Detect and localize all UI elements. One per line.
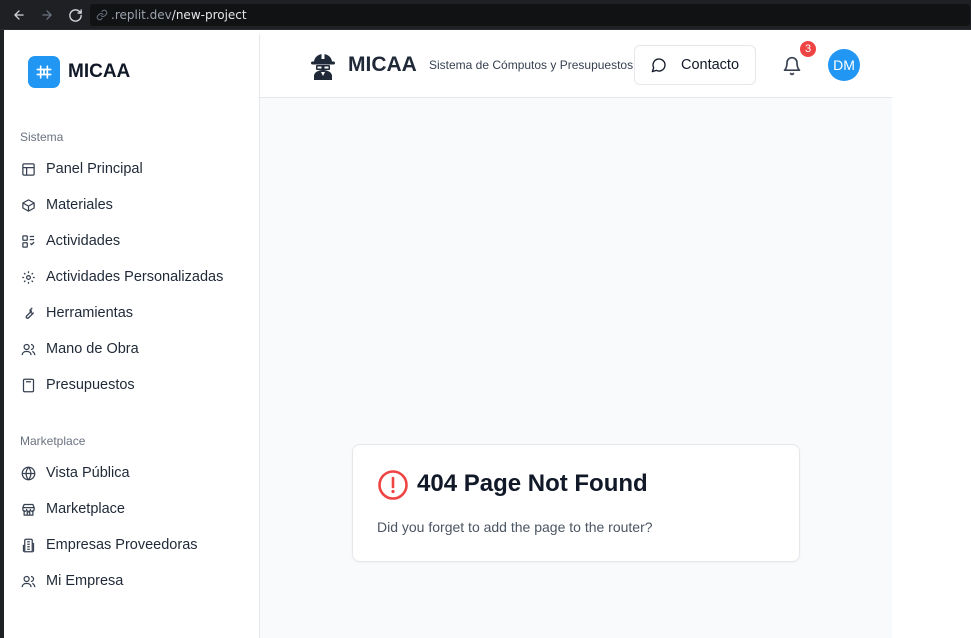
sidebar-item-label: Vista Pública xyxy=(46,465,130,481)
section-label-sistema: Sistema xyxy=(20,130,64,144)
sidebar-item-label: Mi Empresa xyxy=(46,573,124,589)
sidebar-item-actividades-personalizadas[interactable]: Actividades Personalizadas xyxy=(18,262,248,292)
calculator-icon xyxy=(20,377,36,393)
sidebar-item-label: Materiales xyxy=(46,197,113,213)
sidebar-item-label: Actividades Personalizadas xyxy=(46,269,224,285)
header-title: MICAA xyxy=(348,53,417,76)
sidebar-item-presupuestos[interactable]: Presupuestos xyxy=(18,370,248,400)
sidebar-brand[interactable]: MICAA xyxy=(28,56,130,88)
sidebar-item-actividades[interactable]: Actividades xyxy=(18,226,248,256)
sidebar-item-label: Presupuestos xyxy=(46,377,135,393)
error-card: 404 Page Not Found Did you forget to add… xyxy=(352,444,800,562)
sidebar-item-mi-empresa[interactable]: Mi Empresa xyxy=(18,566,248,596)
header-subtitle: Sistema de Cómputos y Presupuestos xyxy=(429,58,634,72)
sidebar-item-label: Marketplace xyxy=(46,501,125,517)
sidebar-item-label: Herramientas xyxy=(46,305,134,321)
main-content: 404 Page Not Found Did you forget to add… xyxy=(260,98,892,638)
notification-badge: 3 xyxy=(800,41,816,57)
store-icon xyxy=(20,501,36,517)
sidebar-item-label: Empresas Proveedoras xyxy=(46,537,198,553)
bell-icon[interactable] xyxy=(782,56,802,76)
user-avatar[interactable]: DM xyxy=(828,49,860,81)
sidebar-item-panel-principal[interactable]: Panel Principal xyxy=(18,154,248,184)
sidebar-item-empresas-proveedoras[interactable]: Empresas Proveedoras xyxy=(18,530,248,560)
top-header: MICAA Sistema de Cómputos y Presupuestos… xyxy=(260,34,892,98)
gear-icon xyxy=(20,269,36,285)
reload-icon[interactable] xyxy=(67,7,83,23)
sidebar-item-mano-de-obra[interactable]: Mano de Obra xyxy=(18,334,248,364)
sidebar-item-materiales[interactable]: Materiales xyxy=(18,190,248,220)
back-arrow-icon[interactable] xyxy=(11,7,27,23)
url-host: .replit.dev xyxy=(111,8,172,22)
engineer-logo-icon xyxy=(311,54,335,80)
sidebar: MICAA Sistema Panel Principal Materiales… xyxy=(4,34,260,638)
activities-icon xyxy=(20,233,36,249)
browser-toolbar: .replit.dev/new-project xyxy=(0,0,971,30)
alert-circle-icon xyxy=(378,470,408,500)
page-right-margin xyxy=(892,34,971,638)
brand-logo-icon xyxy=(28,56,60,88)
contact-label: Contacto xyxy=(680,57,740,73)
box-icon xyxy=(20,197,36,213)
contact-button[interactable]: Contacto xyxy=(634,45,756,85)
brand-name: MICAA xyxy=(68,61,131,82)
error-title: 404 Page Not Found xyxy=(417,470,648,497)
sidebar-item-label: Actividades xyxy=(46,233,121,249)
url-path: /new-project xyxy=(171,8,247,22)
sidebar-item-vista-publica[interactable]: Vista Pública xyxy=(18,458,248,488)
users-icon xyxy=(20,341,36,357)
link-icon xyxy=(96,9,108,21)
wrench-icon xyxy=(20,305,36,321)
error-message: Did you forget to add the page to the ro… xyxy=(377,519,653,535)
address-bar[interactable]: .replit.dev/new-project xyxy=(90,4,970,26)
sidebar-item-herramientas[interactable]: Herramientas xyxy=(18,298,248,328)
section-label-marketplace: Marketplace xyxy=(20,434,86,448)
sidebar-item-label: Mano de Obra xyxy=(46,341,139,357)
building-icon xyxy=(20,537,36,553)
globe-icon xyxy=(20,465,36,481)
users-icon xyxy=(20,573,36,589)
forward-arrow-icon[interactable] xyxy=(39,7,55,23)
layout-icon xyxy=(20,161,36,177)
sidebar-item-label: Panel Principal xyxy=(46,161,143,177)
sidebar-item-marketplace[interactable]: Marketplace xyxy=(18,494,248,524)
message-icon xyxy=(651,58,666,73)
